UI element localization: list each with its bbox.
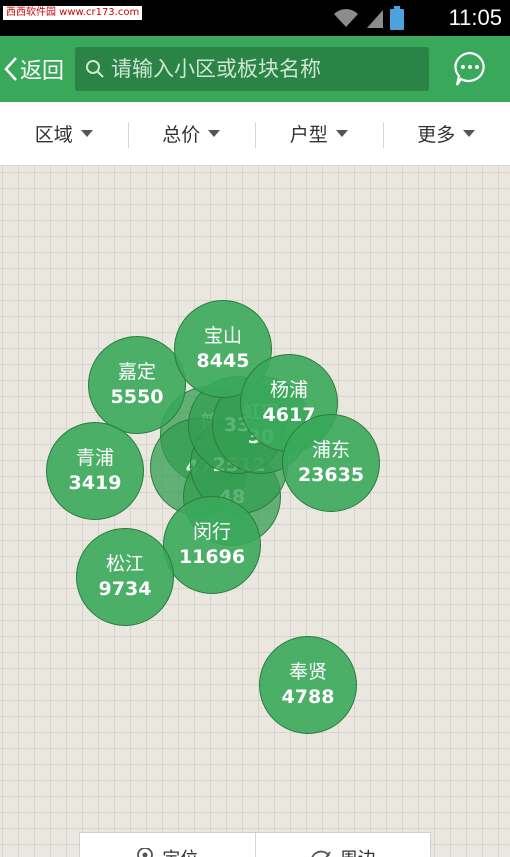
caret-down-icon (80, 130, 93, 137)
filter-area[interactable]: 区域 (0, 102, 128, 165)
filter-layout[interactable]: 户型 (255, 102, 383, 165)
watermark: 西西软件园 www.cr173.com (3, 6, 143, 20)
filter-layout-label: 户型 (289, 124, 328, 146)
clock: 11:05 (448, 5, 502, 30)
nearby-button[interactable]: 周边 (254, 833, 431, 857)
signal-icon (367, 10, 383, 28)
filter-area-label: 区域 (34, 124, 73, 146)
message-button[interactable] (452, 50, 488, 88)
location-pin-icon (137, 848, 154, 857)
filter-total-price[interactable]: 总价 (127, 102, 256, 165)
app-header: 返回 (0, 36, 510, 102)
locate-label: 定位 (162, 845, 198, 857)
bottom-toolbar: 定位 周边 (79, 832, 431, 857)
wifi-icon (334, 9, 358, 27)
caret-down-icon (208, 130, 221, 137)
radar-icon (311, 850, 331, 857)
locate-button[interactable]: 定位 (80, 833, 255, 857)
search-icon (86, 60, 104, 78)
chat-bubble-icon (454, 51, 485, 86)
caret-down-icon (463, 130, 476, 137)
chevron-left-icon (4, 57, 17, 81)
filter-bar: 区域 总价 户型 更多 (0, 102, 510, 166)
search-input[interactable] (111, 57, 411, 81)
filter-more-label: 更多 (417, 124, 456, 146)
district-bubble-songjiang[interactable]: 松江 9734 (76, 528, 174, 626)
district-bubble-minhang[interactable]: 闵行 11696 (163, 496, 261, 594)
battery-icon (390, 6, 404, 30)
status-icons (332, 6, 404, 30)
map-view[interactable]: 普 53 47 48 2512 33 虹口 30 嘉定 5550 宝山 8445… (0, 166, 510, 857)
caret-down-icon (335, 130, 348, 137)
filter-price-label: 总价 (162, 124, 201, 146)
district-bubble-jiading[interactable]: 嘉定 5550 (88, 336, 186, 434)
status-bar: 西西软件园 www.cr173.com 11:05 (0, 0, 510, 36)
district-bubble-fengxian[interactable]: 奉贤 4788 (259, 636, 357, 734)
nearby-label: 周边 (340, 845, 376, 857)
back-button[interactable]: 返回 (4, 49, 64, 89)
district-bubble-pudong[interactable]: 浦东 23635 (282, 414, 380, 512)
back-label: 返回 (20, 59, 65, 84)
search-box[interactable] (75, 47, 429, 91)
district-bubble-qingpu[interactable]: 青浦 3419 (46, 422, 144, 520)
filter-more[interactable]: 更多 (382, 102, 510, 165)
